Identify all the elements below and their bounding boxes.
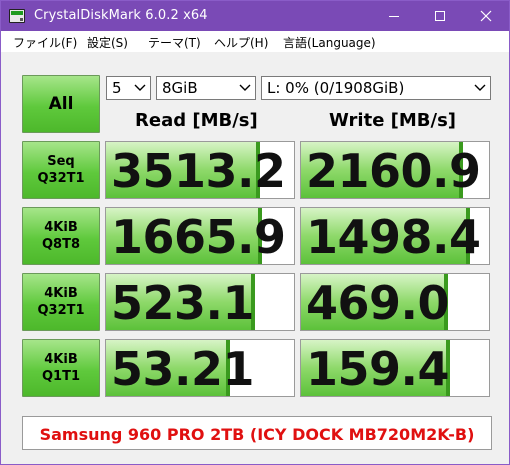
- 4kib-q1t1-test-button[interactable]: 4KiB Q1T1: [22, 339, 100, 397]
- 4kib-q1t1-write-result: 159.4: [300, 339, 490, 397]
- read-column-header: Read [MB/s]: [135, 110, 258, 131]
- seq-q32t1-test-button[interactable]: Seq Q32T1: [22, 141, 100, 199]
- read-value: 53.21: [111, 342, 255, 396]
- drive-select[interactable]: L: 0% (0/1908GiB): [261, 76, 491, 100]
- all-tests-button[interactable]: All: [22, 75, 100, 133]
- 4kib-q32t1-test-button[interactable]: 4KiB Q32T1: [22, 273, 100, 331]
- comment-text: Samsung 960 PRO 2TB (ICY DOCK MB720M2K-B…: [39, 425, 475, 444]
- test-name-line2: Q32T1: [37, 303, 85, 318]
- menu-file[interactable]: ファイル(F): [13, 34, 77, 51]
- test-name-line1: 4KiB: [44, 352, 78, 367]
- disk-app-icon: [9, 9, 25, 23]
- 4kib-q32t1-read-result: 523.1: [105, 273, 295, 331]
- minimize-icon: [389, 16, 399, 17]
- menu-bar: ファイル(F) 設定(S) テーマ(T) ヘルプ(H) 言語(Language): [1, 31, 509, 52]
- minimize-button[interactable]: [371, 1, 417, 31]
- write-column-header: Write [MB/s]: [329, 110, 457, 131]
- seq-q32t1-read-result: 3513.2: [105, 141, 295, 199]
- 4kib-q1t1-read-result: 53.21: [105, 339, 295, 397]
- test-name-line2: Q8T8: [41, 237, 80, 252]
- 4kib-q8t8-test-button[interactable]: 4KiB Q8T8: [22, 207, 100, 265]
- window-title: CrystalDiskMark 6.0.2 x64: [34, 8, 208, 23]
- read-value: 3513.2: [111, 144, 286, 198]
- title-bar[interactable]: CrystalDiskMark 6.0.2 x64: [1, 1, 509, 31]
- test-count-value: 5: [112, 79, 122, 97]
- read-value: 1665.9: [111, 210, 286, 264]
- maximize-icon: [435, 11, 445, 21]
- read-value: 523.1: [111, 276, 255, 330]
- drive-value: L: 0% (0/1908GiB): [267, 79, 405, 97]
- test-name-line2: Q1T1: [41, 369, 80, 384]
- close-button[interactable]: [463, 1, 509, 31]
- menu-help[interactable]: ヘルプ(H): [214, 34, 268, 51]
- write-value: 469.0: [306, 276, 450, 330]
- chevron-down-icon: [134, 84, 146, 91]
- menu-theme[interactable]: テーマ(T): [148, 34, 201, 51]
- chevron-down-icon: [239, 84, 251, 91]
- 4kib-q8t8-read-result: 1665.9: [105, 207, 295, 265]
- test-name-line2: Q32T1: [37, 171, 85, 186]
- write-value: 1498.4: [306, 210, 481, 264]
- maximize-button[interactable]: [417, 1, 463, 31]
- 4kib-q32t1-write-result: 469.0: [300, 273, 490, 331]
- test-name-line1: 4KiB: [44, 286, 78, 301]
- menu-language[interactable]: 言語(Language): [283, 34, 376, 51]
- close-icon: [480, 10, 492, 22]
- crystaldiskmark-window: CrystalDiskMark 6.0.2 x64 ファイル(F) 設定(S) …: [0, 0, 510, 465]
- write-value: 159.4: [306, 342, 450, 396]
- test-name-line1: Seq: [47, 154, 75, 169]
- test-count-select[interactable]: 5: [106, 76, 151, 100]
- 4kib-q8t8-write-result: 1498.4: [300, 207, 490, 265]
- menu-settings[interactable]: 設定(S): [87, 34, 128, 51]
- comment-field[interactable]: Samsung 960 PRO 2TB (ICY DOCK MB720M2K-B…: [22, 416, 492, 450]
- test-size-select[interactable]: 8GiB: [156, 76, 256, 100]
- test-name-line1: 4KiB: [44, 220, 78, 235]
- write-value: 2160.9: [306, 144, 481, 198]
- test-size-value: 8GiB: [162, 79, 198, 97]
- chevron-down-icon: [474, 84, 486, 91]
- seq-q32t1-write-result: 2160.9: [300, 141, 490, 199]
